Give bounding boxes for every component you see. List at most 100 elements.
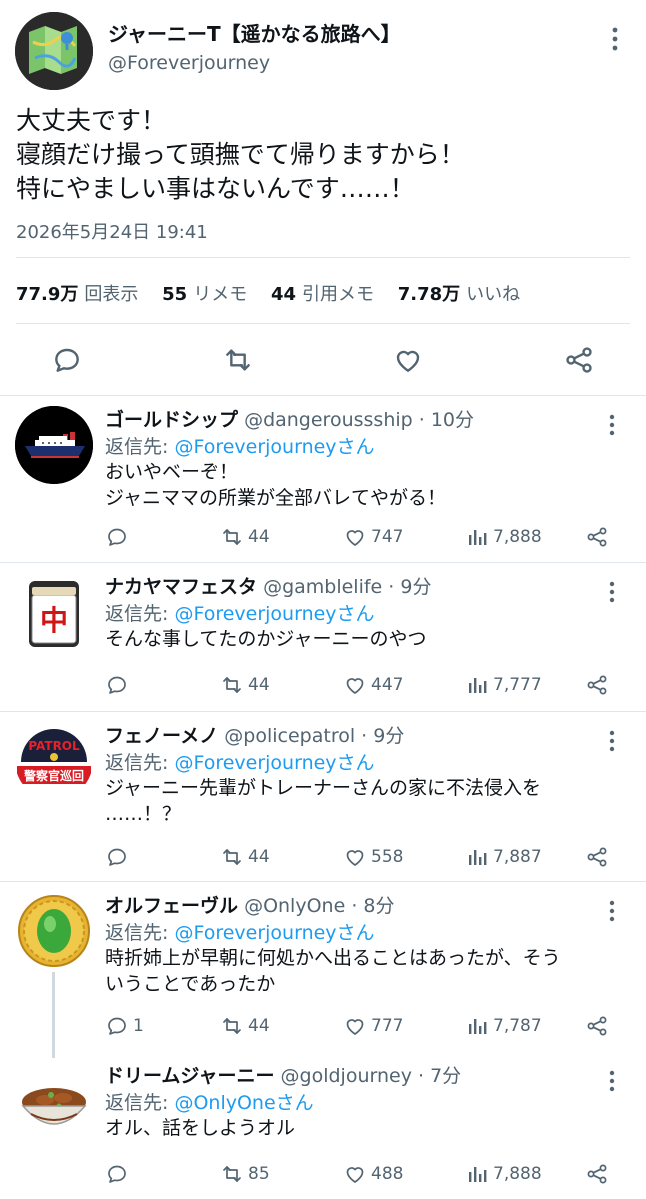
views-count: 7,787: [493, 1016, 542, 1036]
author-display-name[interactable]: ジャーニーT【遥かなる旅路へ】: [108, 18, 401, 47]
reply-time: · 9分: [355, 725, 405, 747]
more-icon[interactable]: [604, 412, 620, 438]
reply-tweet[interactable]: ドリームジャーニー @goldjourney · 7分 返信先: @OnlyOn…: [0, 1052, 646, 1199]
views-count: 7,888: [493, 1164, 542, 1184]
reply-author-name[interactable]: フェノーメノ: [105, 725, 218, 747]
map-avatar[interactable]: [15, 12, 93, 90]
reply-author-handle[interactable]: @dangeroussship: [244, 409, 413, 431]
reply-action-bar: 1 44 777 7,787: [105, 1011, 625, 1041]
mahjong-tile-avatar[interactable]: 中: [15, 573, 93, 651]
likes-count[interactable]: 7.78万: [398, 284, 460, 305]
divider: [16, 257, 630, 258]
reply-author-handle[interactable]: @goldjourney: [281, 1065, 412, 1087]
share-button[interactable]: [585, 670, 613, 700]
share-button[interactable]: [585, 522, 613, 552]
views-button[interactable]: 7,777: [465, 670, 542, 700]
tweet-text: 大丈夫です！ 寝顔だけ撮って頭撫でて帰りますから！ 特にやましい事はないんです……: [16, 106, 465, 203]
more-icon[interactable]: [604, 579, 620, 605]
repost-button[interactable]: 85: [220, 1159, 270, 1189]
repost-icon[interactable]: [222, 344, 254, 376]
share-icon[interactable]: [563, 344, 595, 376]
reply-to-link[interactable]: @Foreverjourneyさん: [174, 603, 374, 625]
reply-author-handle[interactable]: @policepatrol: [224, 725, 355, 747]
repost-icon: [223, 529, 241, 545]
police-patrol-avatar[interactable]: PATROL 警察官巡回: [15, 722, 93, 800]
reply-to-link[interactable]: @Foreverjourneyさん: [174, 436, 374, 458]
reply-tweet[interactable]: PATROL 警察官巡回 フェノーメノ @policepatrol · 9分 返…: [0, 712, 646, 881]
views-button[interactable]: 7,787: [465, 1011, 542, 1041]
like-icon: [346, 850, 364, 866]
divider: [16, 323, 630, 324]
green-jewel-avatar[interactable]: [15, 892, 93, 970]
reply-author-handle[interactable]: @OnlyOne: [244, 895, 345, 917]
reply-time: · 10分: [412, 409, 474, 431]
repost-count: 44: [248, 1016, 270, 1036]
repost-button[interactable]: 44: [220, 842, 270, 872]
repost-icon: [223, 1018, 241, 1034]
views-icon: [469, 850, 487, 865]
reply-tweet[interactable]: 中 ナカヤマフェスタ @gamblelife · 9分 返信先: @Foreve…: [0, 563, 646, 711]
more-icon[interactable]: [604, 1068, 620, 1094]
reply-button[interactable]: [105, 522, 133, 552]
more-icon[interactable]: [604, 728, 620, 754]
views-count: 7,887: [493, 847, 542, 867]
likes-label[interactable]: いいね: [466, 284, 520, 305]
views-count: 77.9万: [16, 284, 79, 305]
reply-author-handle[interactable]: @gamblelife: [263, 576, 382, 598]
ship-avatar[interactable]: [15, 406, 93, 484]
more-icon[interactable]: [604, 898, 620, 924]
reply-button[interactable]: 1: [105, 1011, 144, 1041]
repost-count: 85: [248, 1164, 270, 1184]
reply-button[interactable]: [105, 1159, 133, 1189]
mahjong-glyph: 中: [40, 604, 68, 637]
patrol-text: PATROL: [28, 739, 80, 753]
repost-button[interactable]: 44: [220, 670, 270, 700]
like-icon[interactable]: [392, 344, 424, 376]
like-icon: [346, 1167, 364, 1183]
reposts-count[interactable]: 55: [162, 284, 187, 305]
reply-author-name[interactable]: ナカヤマフェスタ: [105, 576, 257, 598]
reply-to-link[interactable]: @Foreverjourneyさん: [174, 752, 374, 774]
reply-tweet[interactable]: オルフェーヴル @OnlyOne · 8分 返信先: @Foreverjourn…: [0, 882, 646, 1048]
share-button[interactable]: [585, 1159, 613, 1189]
more-icon[interactable]: [606, 24, 624, 54]
reposts-label[interactable]: リメモ: [193, 284, 247, 305]
views-label: 回表示: [84, 284, 139, 305]
tweet-timestamp[interactable]: 2026年5月24日 19:41: [16, 218, 208, 244]
views-button[interactable]: 7,888: [465, 1159, 542, 1189]
like-button[interactable]: 488: [343, 1159, 403, 1189]
reply-author-name[interactable]: ドリームジャーニー: [105, 1065, 274, 1087]
reply-text: そんな事してたのかジャーニーのやつ: [105, 628, 427, 650]
views-button[interactable]: 7,888: [465, 522, 542, 552]
quotes-count[interactable]: 44: [271, 284, 296, 305]
repost-icon: [223, 677, 241, 693]
tweet-stats: 77.9万 回表示 55 リメモ 44 引用メモ 7.78万 いいね: [16, 280, 538, 306]
reply-icon: [108, 848, 126, 866]
repost-button[interactable]: 44: [220, 1011, 270, 1041]
rice-bowl-avatar[interactable]: [15, 1062, 93, 1140]
reply-button[interactable]: [105, 670, 133, 700]
reply-icon[interactable]: [51, 344, 83, 376]
reply-to-link[interactable]: @OnlyOneさん: [174, 1092, 313, 1114]
author-handle[interactable]: @Foreverjourney: [108, 52, 270, 74]
reply-author-name[interactable]: オルフェーヴル: [105, 895, 238, 917]
repost-count: 44: [248, 675, 270, 695]
reply-author-name[interactable]: ゴールドシップ: [105, 409, 238, 431]
like-icon: [346, 678, 364, 694]
reply-to-prefix: 返信先:: [105, 922, 175, 944]
share-icon: [587, 847, 607, 867]
share-button[interactable]: [585, 1011, 613, 1041]
views-icon: [469, 678, 487, 693]
like-button[interactable]: 777: [343, 1011, 403, 1041]
reply-to-link[interactable]: @Foreverjourneyさん: [174, 922, 374, 944]
views-button[interactable]: 7,887: [465, 842, 542, 872]
like-button[interactable]: 447: [343, 670, 403, 700]
reply-button[interactable]: [105, 842, 133, 872]
reply-tweet[interactable]: ゴールドシップ @dangeroussship · 10分 返信先: @Fore…: [0, 396, 646, 562]
share-button[interactable]: [585, 842, 613, 872]
like-button[interactable]: 747: [343, 522, 403, 552]
reply-text: 時折姉上が早朝に何処かへ出ることはあったが、そう いうことであったか: [105, 947, 561, 995]
repost-button[interactable]: 44: [220, 522, 270, 552]
quotes-label[interactable]: 引用メモ: [302, 284, 374, 305]
like-button[interactable]: 558: [343, 842, 403, 872]
